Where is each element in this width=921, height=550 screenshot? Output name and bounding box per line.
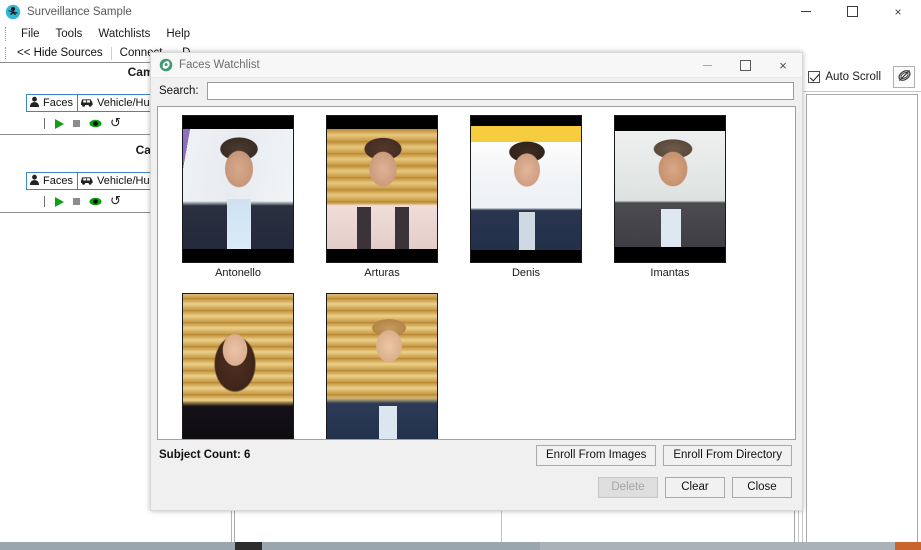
refresh-icon[interactable]: ↺: [110, 117, 121, 130]
subject-photo: [615, 131, 725, 247]
subject-name: Denis: [511, 267, 541, 279]
subject-thumbnail[interactable]: [326, 115, 438, 263]
auto-scroll-checkbox[interactable]: Auto Scroll: [808, 70, 881, 83]
play-icon[interactable]: [55, 118, 64, 129]
eye-icon[interactable]: [89, 197, 102, 206]
subject-photo: [327, 294, 437, 439]
subject-thumbnail[interactable]: [470, 115, 582, 263]
subject-gallery[interactable]: Antonello Arturas Denis Imantas: [157, 106, 796, 440]
subject-thumbnail[interactable]: [182, 293, 294, 439]
subject-name: Imantas: [650, 267, 690, 279]
dialog-window-controls: ×: [688, 53, 802, 78]
subject-grid: Antonello Arturas Denis Imantas: [166, 115, 795, 439]
subject-name: Arturas: [364, 267, 400, 279]
stop-icon[interactable]: [73, 120, 80, 127]
dialog-status-row: Subject Count: 6 Enroll From Images Enro…: [151, 440, 802, 470]
controls-divider: [44, 196, 45, 207]
menu-item-help[interactable]: Help: [158, 26, 198, 42]
dialog-titlebar: Faces Watchlist ×: [151, 53, 802, 78]
tab-faces-label: Faces: [43, 175, 73, 187]
person-icon: [29, 96, 40, 110]
play-icon[interactable]: [55, 196, 64, 207]
faces-watchlist-dialog: Faces Watchlist × Search: Antonello Artu…: [150, 52, 803, 511]
subject-photo: [471, 126, 581, 250]
dialog-button-row: Delete Clear Close: [151, 470, 802, 510]
clear-button[interactable]: Clear: [665, 476, 725, 498]
checkbox-indicator[interactable]: [808, 70, 821, 83]
tab-faces-label: Faces: [43, 97, 73, 109]
close-button[interactable]: Close: [732, 476, 792, 498]
tab-faces[interactable]: Faces: [26, 94, 78, 112]
subject-cell[interactable]: Antonello: [166, 115, 310, 279]
enroll-from-directory-button[interactable]: Enroll From Directory: [663, 444, 792, 466]
auto-scroll-label: Auto Scroll: [825, 70, 881, 83]
app-title: Surveillance Sample: [27, 5, 132, 18]
search-label: Search:: [159, 85, 199, 97]
enroll-from-images-button[interactable]: Enroll From Images: [536, 444, 657, 466]
subject-cell[interactable]: Imantas: [598, 115, 742, 279]
controls-divider: [44, 118, 45, 129]
dialog-title: Faces Watchlist: [179, 59, 260, 71]
subject-photo: [327, 129, 437, 249]
main-window-controls: ×: [783, 0, 921, 24]
subject-photo: [183, 294, 293, 439]
close-icon[interactable]: ×: [875, 0, 921, 24]
person-icon: [29, 174, 40, 188]
subject-thumbnail[interactable]: [326, 293, 438, 439]
subject-photo: [183, 129, 293, 249]
menu-item-watchlists[interactable]: Watchlists: [90, 26, 158, 42]
main-titlebar: Surveillance Sample ×: [0, 0, 921, 24]
surveillance-app-icon: [5, 4, 21, 20]
menubar: File Tools Watchlists Help: [0, 24, 921, 44]
minimize-button[interactable]: [783, 0, 829, 24]
subject-thumbnail[interactable]: [614, 115, 726, 263]
menubar-grip[interactable]: [5, 27, 9, 41]
subject-cell[interactable]: Vytautas: [310, 293, 454, 439]
subject-cell[interactable]: Denis: [454, 115, 598, 279]
menu-item-file[interactable]: File: [13, 26, 48, 42]
dialog-maximize-button[interactable]: [726, 53, 764, 78]
vehicle-icon: [80, 174, 94, 188]
results-panel-details[interactable]: [806, 94, 918, 547]
subject-thumbnail[interactable]: [182, 115, 294, 263]
dialog-minimize-button[interactable]: [688, 53, 726, 78]
clear-results-button[interactable]: [893, 65, 915, 88]
dialog-close-icon[interactable]: ×: [764, 53, 802, 78]
subject-name: Antonello: [215, 267, 261, 279]
vehicle-icon: [80, 96, 94, 110]
stop-icon[interactable]: [73, 198, 80, 205]
toolbar-grip[interactable]: [5, 47, 9, 59]
eye-icon[interactable]: [89, 119, 102, 128]
search-input[interactable]: [206, 82, 794, 100]
menu-item-tools[interactable]: Tools: [48, 26, 91, 42]
toolbar-separator: [110, 46, 112, 60]
clear-results-icon: [897, 68, 912, 86]
dialog-search-row: Search:: [151, 78, 802, 104]
subject-cell[interactable]: Ruta: [166, 293, 310, 439]
subject-count: Subject Count: 6: [159, 449, 251, 461]
desktop-strip: [0, 542, 921, 550]
delete-button[interactable]: Delete: [598, 476, 658, 498]
maximize-button[interactable]: [829, 0, 875, 24]
hide-sources-button[interactable]: << Hide Sources: [12, 46, 108, 60]
subject-cell[interactable]: Arturas: [310, 115, 454, 279]
tab-faces[interactable]: Faces: [26, 172, 78, 190]
refresh-icon[interactable]: ↺: [110, 195, 121, 208]
watchlist-icon: [159, 58, 173, 72]
